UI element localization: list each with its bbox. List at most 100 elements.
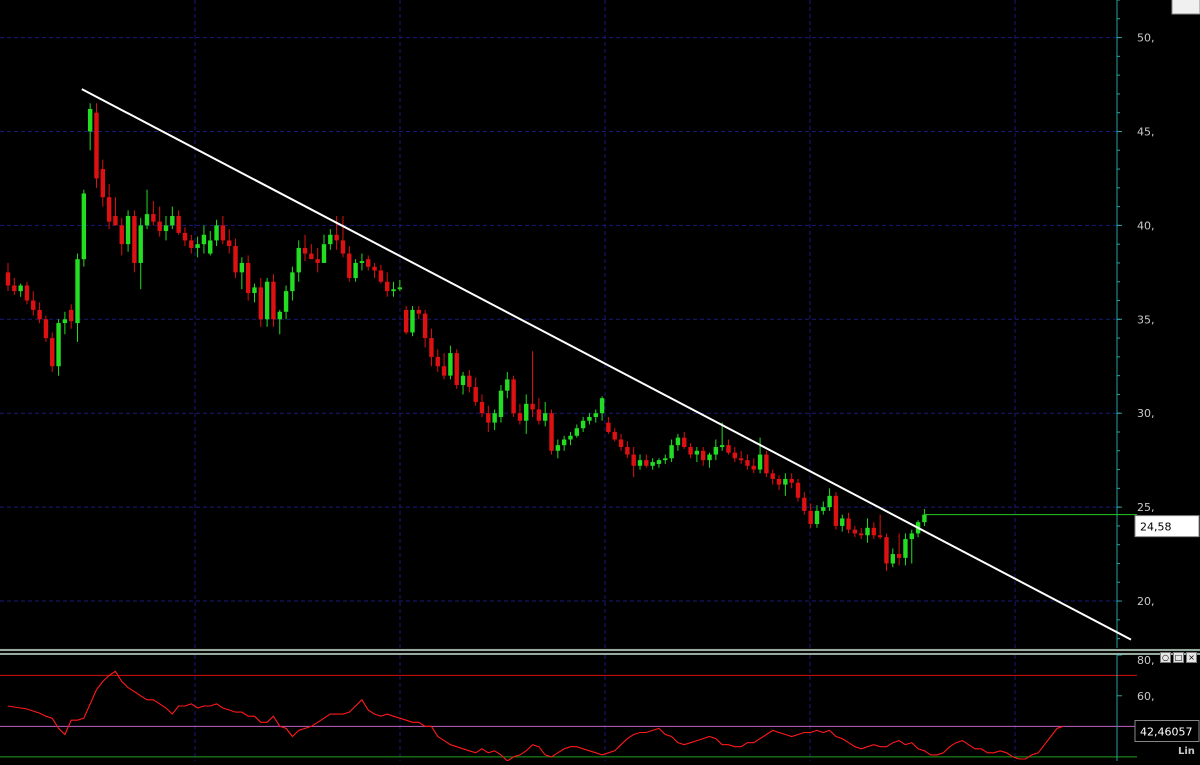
candle	[543, 401, 548, 427]
candle	[909, 529, 914, 564]
indicator-overlays: 42,46057	[1134, 720, 1200, 743]
price-grid	[0, 0, 1117, 761]
candle-body	[688, 447, 693, 455]
candle	[840, 514, 845, 532]
candle-body	[385, 281, 390, 292]
chart-area: 20, 25, 30, 35, 40, 45, 50, 24,58 80, 60, Lin 42…	[0, 0, 1200, 762]
maximize-icon[interactable]: □	[1173, 652, 1184, 663]
candle	[498, 385, 504, 423]
candle	[524, 394, 529, 434]
candle	[271, 274, 276, 327]
candle	[119, 217, 124, 256]
candle-body	[5, 272, 11, 286]
candle-body	[441, 366, 447, 376]
candle	[599, 396, 605, 421]
indicator-tick-label: 60,	[1137, 690, 1155, 703]
candle	[24, 281, 30, 305]
candle	[410, 306, 415, 337]
candle	[852, 525, 858, 538]
candle	[732, 447, 737, 463]
candle	[903, 533, 908, 566]
candle-body	[340, 240, 346, 254]
candle-body	[239, 262, 245, 273]
candle-body	[808, 510, 813, 525]
candle	[460, 371, 466, 395]
candle	[618, 433, 624, 451]
candle-body	[675, 437, 681, 446]
candle-body	[214, 225, 219, 241]
price-tick-label: 35,	[1137, 313, 1155, 326]
candle	[859, 527, 864, 540]
candle	[18, 283, 23, 297]
candle	[144, 189, 150, 230]
candle-body	[479, 401, 485, 414]
candle-body	[745, 460, 750, 466]
candle-body	[852, 529, 858, 534]
candle-body	[359, 261, 365, 263]
candle	[745, 454, 750, 470]
restore-icon[interactable]: ○	[1160, 652, 1171, 663]
candle-body	[125, 216, 131, 245]
candle-body	[871, 527, 877, 536]
candle	[100, 159, 105, 207]
candle-body	[549, 413, 554, 451]
candle	[366, 255, 371, 271]
candle-body	[302, 247, 308, 254]
candle-body	[119, 225, 124, 245]
candle	[422, 309, 428, 348]
candle	[315, 247, 320, 273]
candle-body	[328, 234, 333, 245]
candle	[328, 229, 333, 250]
candle-body	[903, 539, 908, 558]
candle	[435, 349, 440, 372]
candle	[69, 304, 74, 329]
candle	[580, 416, 586, 432]
candle-body	[321, 244, 327, 263]
candle-body	[208, 240, 213, 254]
candle	[416, 306, 421, 320]
candle-body	[473, 386, 478, 402]
price-tick-label: 40,	[1137, 219, 1155, 232]
candle-body	[877, 535, 883, 538]
candle	[675, 433, 681, 451]
candle	[157, 206, 162, 237]
close-icon[interactable]: ×	[1186, 652, 1197, 663]
candle-body	[859, 533, 864, 536]
candle	[62, 311, 68, 335]
candle	[612, 428, 617, 442]
candle-body	[460, 375, 466, 386]
panel-separator	[0, 648, 1200, 655]
candle-body	[827, 495, 832, 508]
candle	[125, 210, 131, 252]
candle	[233, 238, 238, 278]
indicator-value-label: 42,46057	[1140, 726, 1193, 739]
candle	[574, 424, 579, 438]
candle-body	[467, 375, 472, 387]
candle	[385, 272, 390, 297]
candle-body	[574, 428, 579, 436]
candle-body	[69, 309, 74, 322]
candle-body	[416, 309, 421, 314]
candle	[31, 291, 36, 316]
candle-body	[498, 390, 504, 417]
candle-body	[884, 537, 889, 564]
candle-body	[163, 225, 169, 232]
candle-body	[410, 309, 415, 333]
candle-body	[157, 221, 162, 232]
candle	[568, 432, 573, 446]
candle-body	[561, 439, 567, 446]
candle-body	[802, 497, 807, 511]
candle	[833, 492, 839, 530]
candle-body	[378, 270, 384, 282]
candle	[492, 409, 497, 431]
candle	[530, 351, 535, 417]
candle	[138, 217, 143, 290]
candle	[132, 210, 137, 273]
candle	[245, 255, 251, 301]
candle	[776, 475, 782, 491]
candle-body	[536, 409, 542, 421]
candle	[252, 283, 257, 303]
candle-body	[738, 458, 744, 461]
price-tick-label: 25,	[1137, 501, 1155, 514]
candle-body	[524, 403, 529, 421]
